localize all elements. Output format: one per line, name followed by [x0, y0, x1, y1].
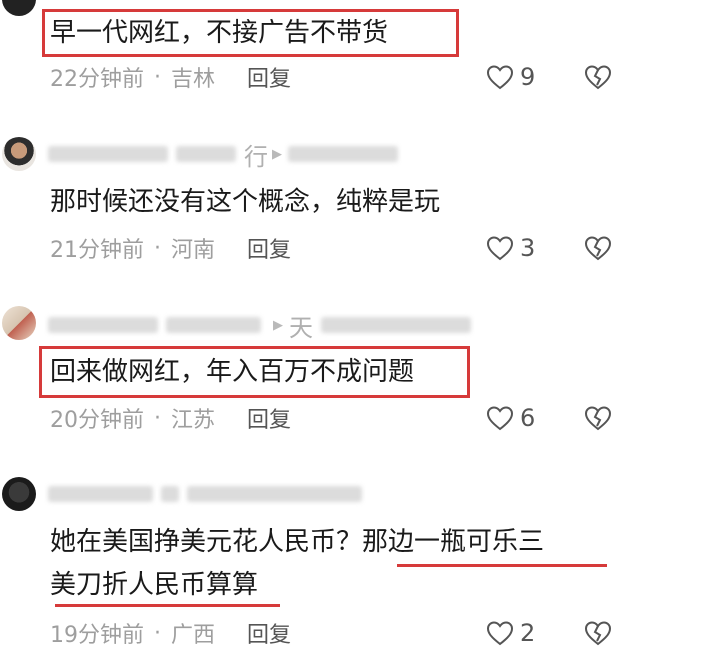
blurred-name	[321, 317, 471, 333]
highlight-box	[39, 346, 470, 398]
reply-button[interactable]: 回复	[247, 232, 291, 264]
comment-location: 广西	[171, 623, 216, 648]
highlight-underline	[55, 604, 280, 607]
blurred-name	[48, 317, 158, 333]
blurred-name	[48, 486, 153, 502]
reply-button[interactable]: 回复	[247, 61, 291, 93]
dislike-button[interactable]	[583, 618, 613, 648]
blurred-name	[176, 146, 236, 162]
heart-outline-icon	[486, 236, 514, 261]
comment-text: 美刀折人民币算算	[50, 570, 259, 600]
avatar[interactable]	[2, 0, 36, 16]
broken-heart-icon	[584, 236, 612, 261]
comment-location: 江苏	[171, 408, 216, 433]
like-button[interactable]: 9	[486, 62, 535, 92]
avatar[interactable]	[2, 477, 36, 511]
blurred-name	[48, 146, 168, 162]
username-visible-part: 行	[244, 142, 268, 171]
heart-outline-icon	[486, 621, 514, 646]
comment-time: 19分钟前	[50, 623, 144, 648]
dislike-button[interactable]	[583, 403, 613, 433]
comment-meta: 20分钟前 · 江苏 回复	[50, 402, 291, 434]
comment-text: 她在美国挣美元花人民币？那边一瓶可乐三	[50, 527, 545, 557]
comment-meta: 19分钟前 · 广西 回复	[50, 617, 291, 649]
comment-text: 那时候还没有这个概念，纯粹是玩	[50, 187, 441, 217]
comment-username[interactable]: ▶ 天	[48, 312, 479, 342]
dislike-button[interactable]	[583, 62, 613, 92]
avatar[interactable]	[2, 137, 36, 171]
blurred-name	[288, 146, 398, 162]
comment-meta: 22分钟前 · 吉林 回复	[50, 61, 291, 93]
comment-time: 20分钟前	[50, 408, 144, 433]
comment-username[interactable]: 行 ▶	[48, 141, 406, 171]
comment-time: 22分钟前	[50, 67, 144, 92]
comment-username[interactable]	[48, 481, 370, 507]
blurred-name	[161, 486, 179, 502]
like-count: 3	[520, 234, 536, 262]
like-button[interactable]: 3	[486, 233, 535, 263]
blurred-name	[166, 317, 261, 333]
heart-outline-icon	[486, 65, 514, 90]
comment-location: 河南	[171, 238, 216, 263]
reply-button[interactable]: 回复	[247, 617, 291, 649]
meta-separator: ·	[154, 405, 161, 431]
broken-heart-icon	[584, 621, 612, 646]
comment-location: 吉林	[171, 67, 216, 92]
like-button[interactable]: 6	[486, 403, 535, 433]
avatar[interactable]	[2, 306, 36, 340]
broken-heart-icon	[584, 65, 612, 90]
like-count: 6	[520, 404, 536, 432]
like-count: 9	[520, 63, 536, 91]
like-count: 2	[520, 619, 536, 647]
meta-separator: ·	[154, 64, 161, 90]
username-visible-part: 天	[289, 313, 313, 342]
play-triangle-icon: ▶	[272, 146, 282, 162]
meta-separator: ·	[154, 620, 161, 646]
dislike-button[interactable]	[583, 233, 613, 263]
blurred-name	[187, 486, 362, 502]
meta-separator: ·	[154, 235, 161, 261]
like-button[interactable]: 2	[486, 618, 535, 648]
highlight-underline	[397, 564, 607, 567]
heart-outline-icon	[486, 406, 514, 431]
reply-button[interactable]: 回复	[247, 402, 291, 434]
play-triangle-icon: ▶	[273, 317, 283, 333]
comment-time: 21分钟前	[50, 238, 144, 263]
broken-heart-icon	[584, 406, 612, 431]
highlight-box	[42, 9, 459, 57]
comment-meta: 21分钟前 · 河南 回复	[50, 232, 291, 264]
